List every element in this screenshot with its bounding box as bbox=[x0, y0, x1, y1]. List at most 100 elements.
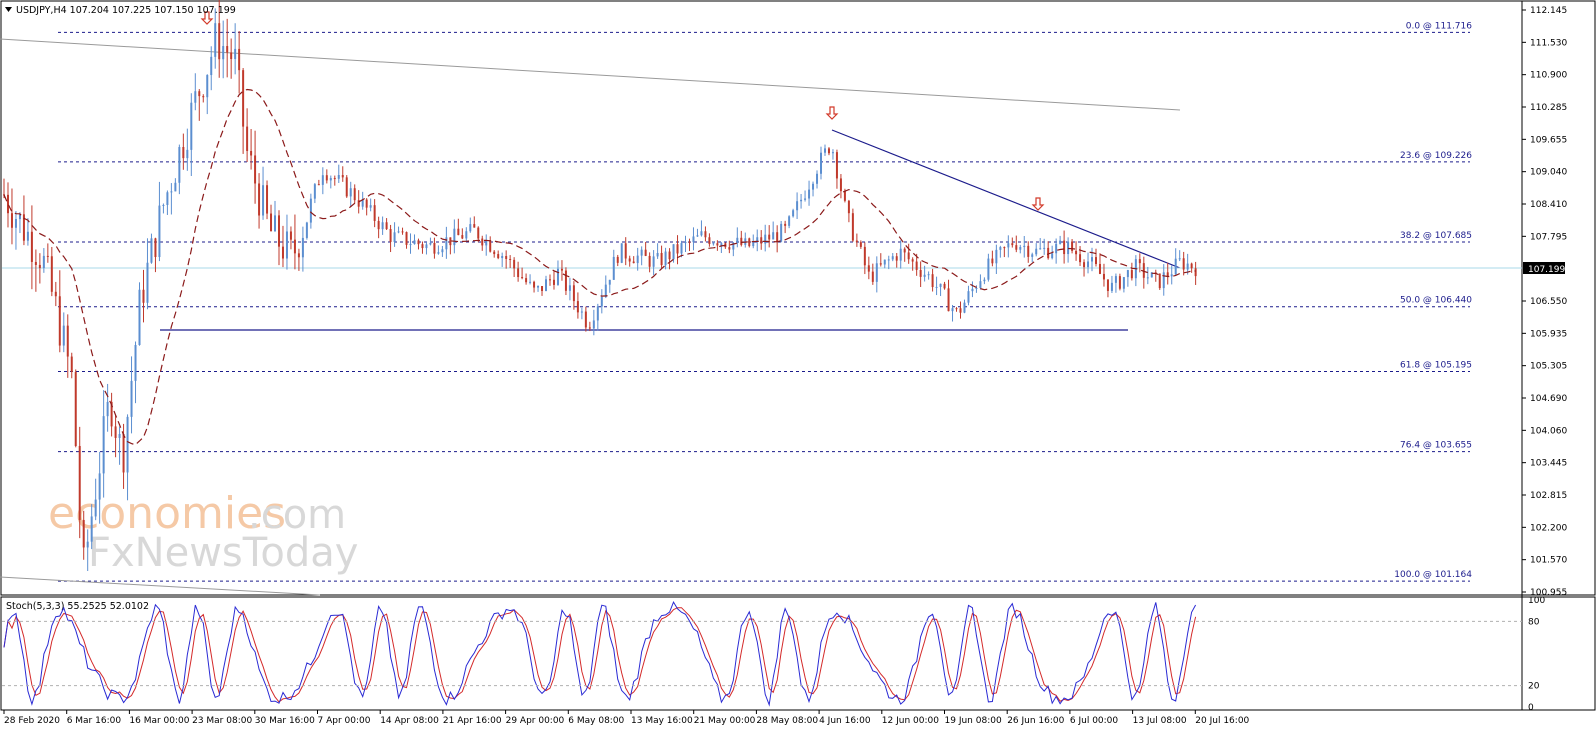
candle-body bbox=[712, 243, 715, 245]
candle-body bbox=[501, 256, 504, 259]
price-tick-label: 102.200 bbox=[1530, 523, 1567, 533]
candle-body bbox=[58, 296, 61, 346]
candle-body bbox=[517, 268, 520, 278]
candle-body bbox=[505, 256, 508, 259]
candle-body bbox=[1047, 247, 1050, 259]
candle-body bbox=[465, 231, 468, 239]
candle-body bbox=[907, 252, 910, 260]
candle-body bbox=[305, 222, 308, 238]
candle-body bbox=[369, 205, 372, 208]
candle-body bbox=[608, 279, 611, 285]
candle-body bbox=[509, 258, 512, 260]
price-tick-label: 104.690 bbox=[1530, 394, 1567, 404]
candle-body bbox=[194, 91, 197, 103]
candle-body bbox=[106, 401, 109, 417]
candle-body bbox=[923, 274, 926, 277]
candle-body bbox=[927, 274, 930, 276]
candle-body bbox=[688, 241, 691, 243]
candle-body bbox=[461, 235, 464, 239]
candle-body bbox=[489, 240, 492, 252]
candle-body bbox=[592, 320, 595, 329]
time-tick-label: 16 Mar 00:00 bbox=[129, 716, 189, 726]
candle-body bbox=[911, 259, 914, 262]
candle-body bbox=[1178, 258, 1181, 260]
candle-body bbox=[437, 252, 440, 254]
candle-body bbox=[222, 46, 225, 60]
candle-body bbox=[1039, 248, 1042, 250]
candle-body bbox=[325, 175, 328, 181]
current-price-label: 107.199 bbox=[1528, 265, 1565, 275]
candle-body bbox=[871, 271, 874, 282]
candle-body bbox=[405, 232, 408, 245]
candle-body bbox=[760, 237, 763, 244]
candle-body bbox=[453, 228, 456, 246]
candle-body bbox=[692, 236, 695, 243]
candle-body bbox=[891, 256, 894, 260]
candle-body bbox=[14, 219, 17, 228]
candle-body bbox=[780, 223, 783, 242]
candle-body bbox=[991, 258, 994, 264]
candle-body bbox=[38, 264, 41, 269]
stoch-tick-label: 20 bbox=[1528, 682, 1540, 692]
candle-body bbox=[301, 237, 304, 258]
candle-body bbox=[186, 149, 189, 159]
candle-body bbox=[1122, 277, 1125, 289]
candle-body bbox=[1027, 245, 1030, 257]
candle-body bbox=[525, 278, 528, 283]
candle-body bbox=[1055, 243, 1058, 254]
candle-body bbox=[102, 416, 105, 474]
candle-body bbox=[620, 243, 623, 263]
candle-body bbox=[576, 301, 579, 313]
candle-body bbox=[433, 242, 436, 254]
candle-body bbox=[596, 306, 599, 321]
time-tick-label: 14 Apr 08:00 bbox=[380, 716, 439, 726]
candle-body bbox=[903, 248, 906, 253]
candle-body bbox=[134, 345, 137, 381]
candle-body bbox=[628, 258, 631, 262]
candle-body bbox=[218, 23, 221, 60]
candle-body bbox=[70, 356, 73, 372]
time-axis: 28 Feb 2020 6 Mar 16:00 16 Mar 00:00 23 Mar… bbox=[3, 710, 1250, 726]
candle-body bbox=[1015, 245, 1018, 250]
candle-body bbox=[943, 283, 946, 289]
price-chart[interactable]: economies .com FxNewsToday 0.0 @ 111.716… bbox=[0, 0, 1596, 743]
candle-body bbox=[983, 279, 986, 282]
candle-body bbox=[704, 231, 707, 238]
candle-body bbox=[939, 283, 942, 287]
candle-body bbox=[827, 148, 830, 154]
candle-body bbox=[497, 254, 500, 259]
candle-body bbox=[74, 371, 77, 447]
candle-body bbox=[1003, 247, 1006, 249]
price-tick-label: 106.550 bbox=[1530, 297, 1567, 307]
candle-body bbox=[931, 274, 934, 288]
price-tick-label: 105.935 bbox=[1530, 329, 1567, 339]
candle-body bbox=[513, 259, 516, 269]
candle-body bbox=[835, 152, 838, 179]
candle-body bbox=[1083, 262, 1086, 268]
candle-body bbox=[676, 244, 679, 254]
candle-body bbox=[1126, 270, 1129, 278]
candle-body bbox=[250, 150, 253, 156]
candle-body bbox=[955, 308, 958, 310]
time-tick-label: 6 May 08:00 bbox=[568, 716, 624, 726]
candle-body bbox=[50, 256, 53, 292]
candle-body bbox=[604, 284, 607, 298]
time-tick-label: 4 Jun 16:00 bbox=[819, 716, 871, 726]
candle-body bbox=[289, 231, 292, 240]
candle-body bbox=[652, 256, 655, 267]
candle-body bbox=[210, 56, 213, 76]
candle-body bbox=[748, 238, 751, 247]
candle-body bbox=[1091, 257, 1094, 262]
candle-body bbox=[122, 433, 125, 473]
time-tick-label: 29 Apr 00:00 bbox=[506, 716, 565, 726]
candle-body bbox=[664, 251, 667, 266]
candle-body bbox=[1162, 272, 1165, 289]
candle-body bbox=[345, 177, 348, 197]
candle-body bbox=[987, 258, 990, 280]
candle-body bbox=[588, 327, 591, 329]
candle-body bbox=[529, 281, 532, 283]
candle-body bbox=[481, 238, 484, 246]
candle-body bbox=[365, 199, 368, 208]
symbol-header: USDJPY,H4 107.204 107.225 107.150 107.19… bbox=[16, 5, 236, 16]
candle-body bbox=[1023, 245, 1026, 248]
